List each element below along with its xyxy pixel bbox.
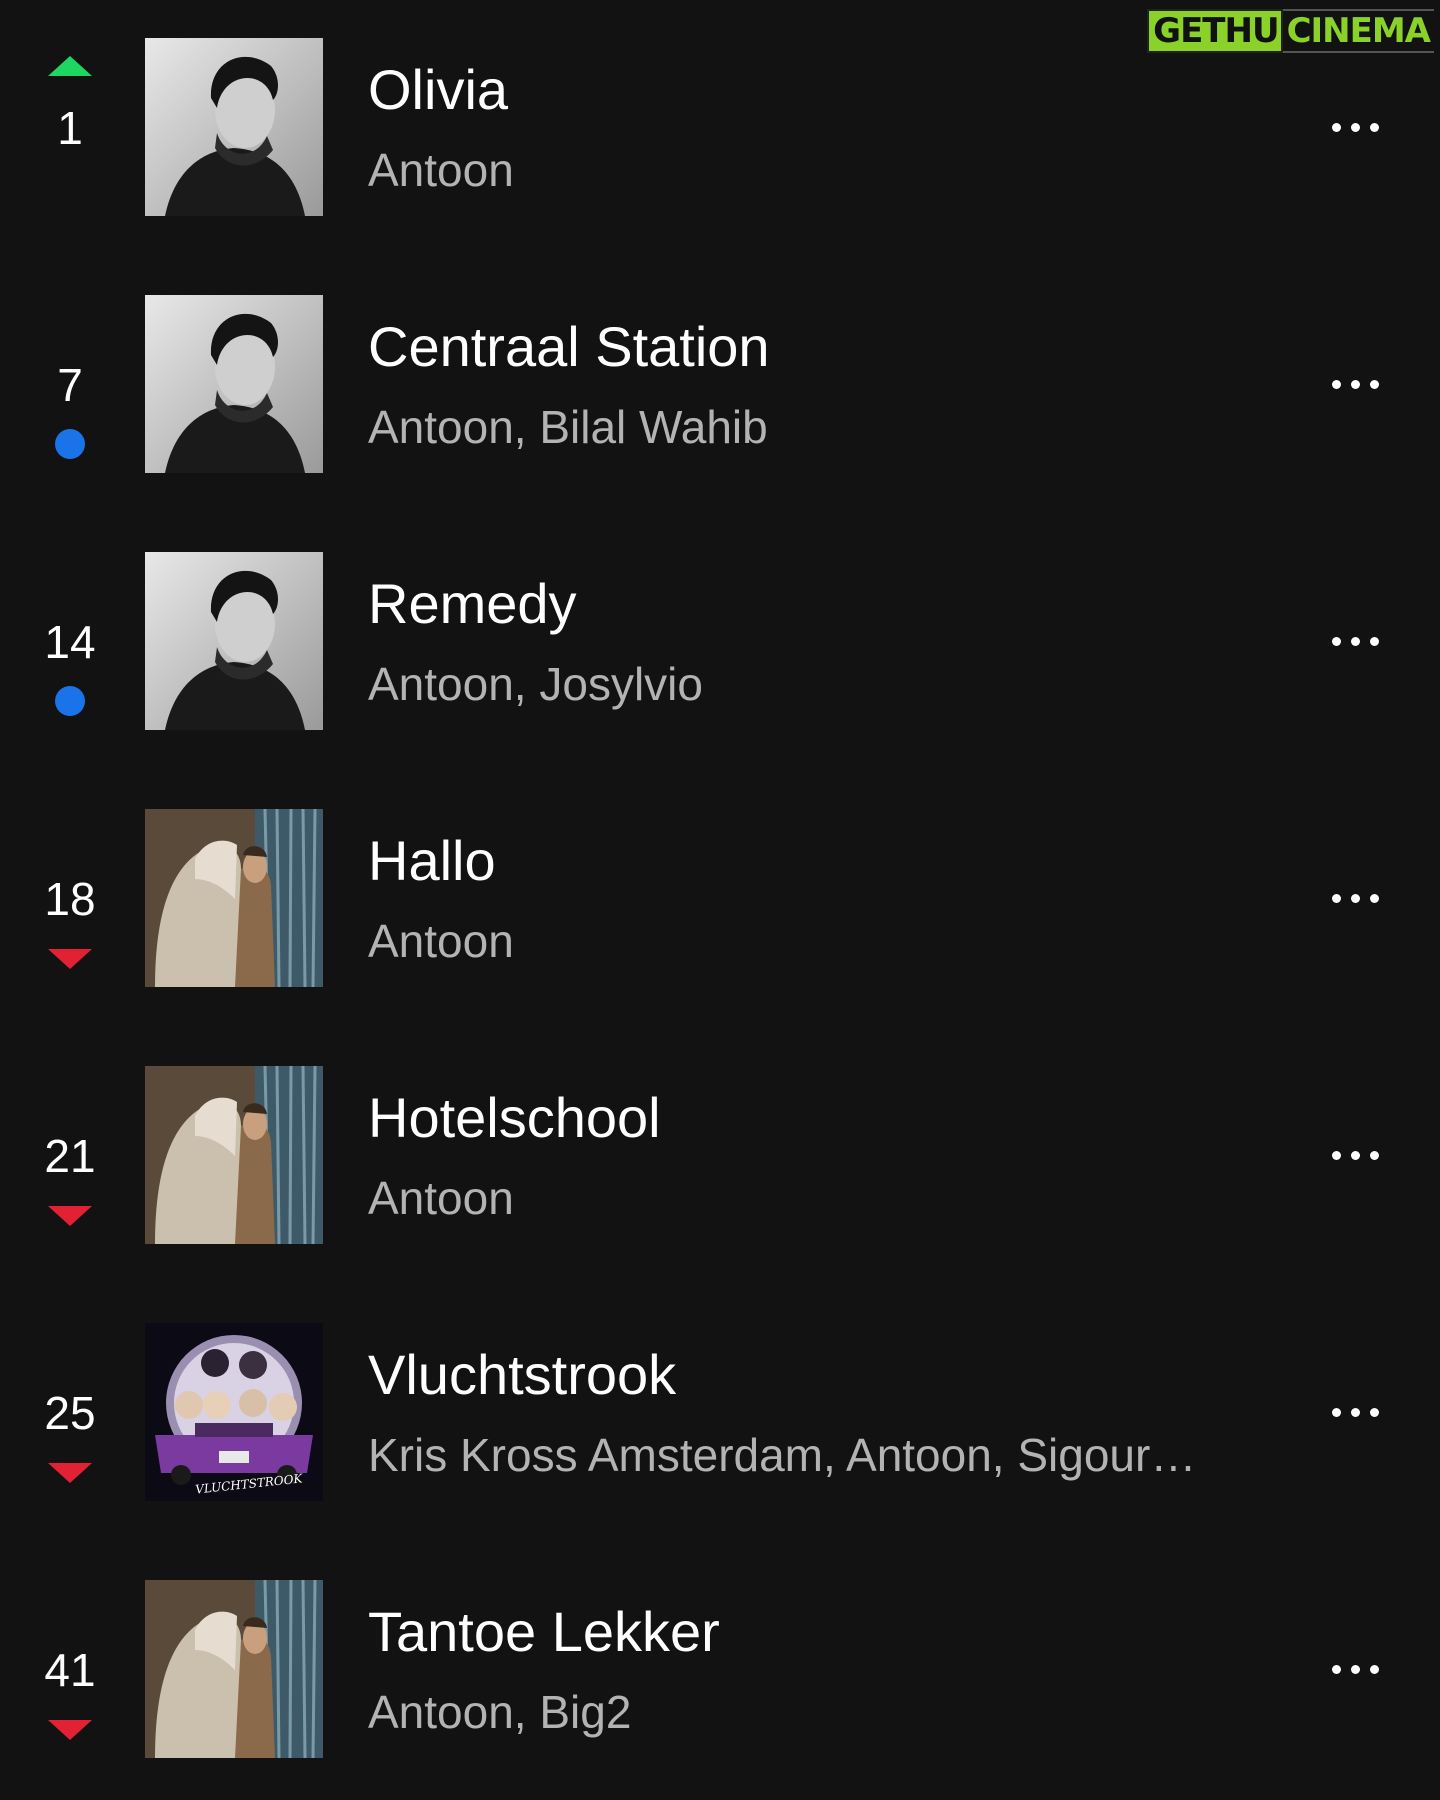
track-row[interactable]: 18 Hallo Antoon [0, 771, 1440, 1028]
track-row[interactable]: 21 Hotelschool Antoon [0, 1028, 1440, 1285]
rank-number: 25 [44, 1387, 96, 1439]
rank-column: 7 [20, 257, 120, 514]
rank-down-icon [48, 1206, 92, 1226]
more-horizontal-icon[interactable] [1310, 1140, 1400, 1170]
album-cover[interactable] [145, 1066, 323, 1244]
album-cover[interactable] [145, 552, 323, 730]
track-title[interactable]: Remedy [368, 572, 577, 636]
watermark-part-2: CINEMA [1282, 9, 1434, 53]
watermark-part-1: GETHU [1147, 9, 1283, 53]
rank-number: 41 [44, 1644, 96, 1696]
watermark-logo: GETHU CINEMA [1147, 6, 1434, 56]
rank-column: 41 [20, 1542, 120, 1799]
rank-down-icon [48, 1720, 92, 1740]
track-artists[interactable]: Antoon, Big2 [368, 1685, 1248, 1739]
rank-column: 25 [20, 1285, 120, 1542]
horse-cover-image [145, 1066, 323, 1244]
more-horizontal-icon[interactable] [1310, 369, 1400, 399]
rank-number: 7 [57, 359, 83, 411]
rank-up-icon [48, 56, 92, 76]
portrait-cover-image [145, 552, 323, 730]
track-row[interactable]: 14 Remedy Antoon, Josylvio [0, 514, 1440, 771]
track-artists[interactable]: Antoon [368, 1171, 1248, 1225]
rank-column: 1 [20, 0, 120, 257]
more-horizontal-icon[interactable] [1310, 112, 1400, 142]
rank-column: 14 [20, 514, 120, 771]
track-row[interactable]: 7 Centraal Station Antoon, Bilal Wahib [0, 257, 1440, 514]
track-row[interactable]: 41 Tantoe Lekker Antoon, Big2 [0, 1542, 1440, 1799]
track-artists[interactable]: Antoon [368, 143, 1248, 197]
album-cover[interactable] [145, 809, 323, 987]
album-cover[interactable] [145, 38, 323, 216]
track-row[interactable]: 25 VLUCHTSTROOK Vluchtstrook Kris Kross … [0, 1285, 1440, 1542]
rank-new-icon [55, 429, 85, 459]
horse-cover-image [145, 809, 323, 987]
track-title[interactable]: Vluchtstrook [368, 1343, 676, 1407]
rank-number: 18 [44, 873, 96, 925]
album-cover[interactable] [145, 1580, 323, 1758]
more-horizontal-icon[interactable] [1310, 626, 1400, 656]
rank-number: 14 [44, 616, 96, 668]
track-title[interactable]: Olivia [368, 58, 508, 122]
portrait-cover-image [145, 295, 323, 473]
rank-column: 18 [20, 771, 120, 1028]
horse-cover-image [145, 1580, 323, 1758]
track-title[interactable]: Tantoe Lekker [368, 1600, 720, 1664]
track-title[interactable]: Hallo [368, 829, 496, 893]
rank-new-icon [55, 686, 85, 716]
track-artists[interactable]: Kris Kross Amsterdam, Antoon, Sigour… [368, 1428, 1248, 1482]
rank-number: 21 [44, 1130, 96, 1182]
portrait-cover-image [145, 38, 323, 216]
track-artists[interactable]: Antoon, Josylvio [368, 657, 1248, 711]
album-cover[interactable]: VLUCHTSTROOK [145, 1323, 323, 1501]
rank-number: 1 [57, 102, 83, 154]
rank-down-icon [48, 949, 92, 969]
more-horizontal-icon[interactable] [1310, 1397, 1400, 1427]
more-horizontal-icon[interactable] [1310, 883, 1400, 913]
track-artists[interactable]: Antoon [368, 914, 1248, 968]
track-title[interactable]: Centraal Station [368, 315, 770, 379]
track-artists[interactable]: Antoon, Bilal Wahib [368, 400, 1248, 454]
rank-column: 21 [20, 1028, 120, 1285]
album-cover[interactable] [145, 295, 323, 473]
more-horizontal-icon[interactable] [1310, 1654, 1400, 1684]
track-title[interactable]: Hotelschool [368, 1086, 661, 1150]
rank-down-icon [48, 1463, 92, 1483]
